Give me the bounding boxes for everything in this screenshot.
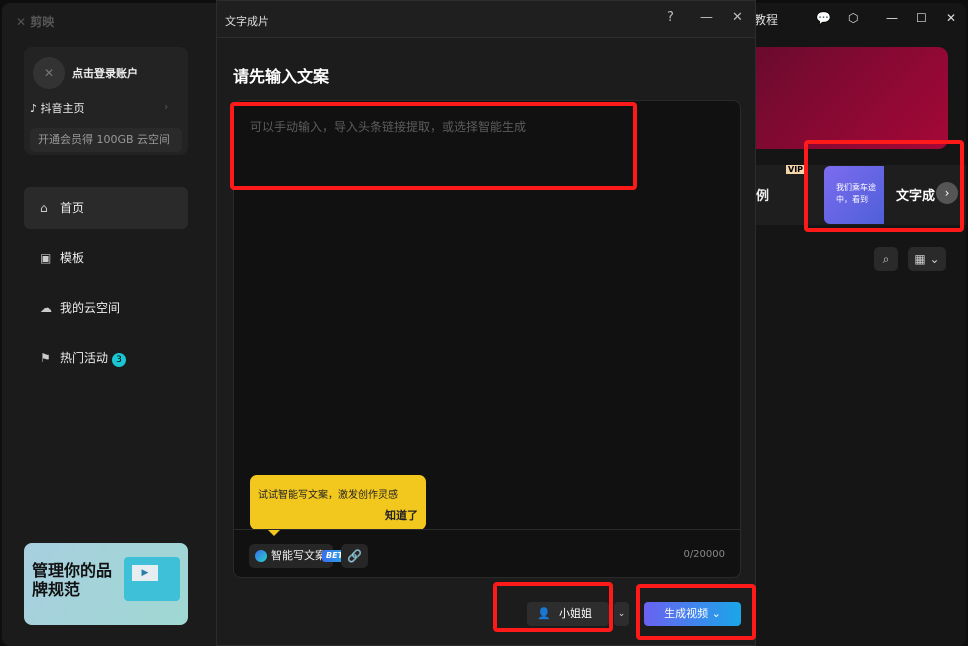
feedback-icon[interactable]: 💬 <box>816 11 831 25</box>
template-icon: ▣ <box>40 251 52 265</box>
ai-write-button[interactable]: 智能写文案 BETA <box>249 544 353 568</box>
tooltip-text: 试试智能写文案，激发创作灵感 <box>258 490 398 501</box>
tooltip: 试试智能写文案，激发创作灵感 知道了 <box>250 475 426 536</box>
sidebar-item-cloud[interactable]: ☁ 我的云空间 <box>24 287 188 329</box>
maximize-button[interactable]: ☐ <box>916 11 927 25</box>
generate-video-button[interactable]: 生成视频 ⌄ <box>644 602 741 626</box>
notification-badge: 3 <box>112 353 127 367</box>
dialog-header: 文字成片 ? — ✕ <box>217 1 755 38</box>
text-to-video-dialog: 文字成片 ? — ✕ 请先输入文案 试试智能写文案，激发创作灵感 知道了 智能写… <box>216 0 756 646</box>
minimize-button[interactable]: — <box>700 10 713 25</box>
app-logo: ✕ 剪映 <box>16 15 55 29</box>
feature-label[interactable]: 例 <box>756 185 769 204</box>
minimize-button[interactable]: — <box>886 11 898 25</box>
login-link[interactable]: 点击登录账户 <box>72 65 138 81</box>
page-title: 请先输入文案 <box>233 67 330 86</box>
close-button[interactable]: ✕ <box>946 11 956 25</box>
settings-icon[interactable]: ⬡ <box>848 11 858 25</box>
editor-footer: 智能写文案 BETA 🔗 0/20000 <box>234 529 740 579</box>
banner-title: 管理你的品牌规范 <box>32 561 113 599</box>
help-icon[interactable]: ? <box>667 10 674 25</box>
vip-upgrade-button[interactable]: 开通会员得 100GB 云空间 <box>30 128 182 152</box>
close-icon[interactable]: ✕ <box>732 10 743 25</box>
voice-icon: 👤 <box>537 607 551 620</box>
dialog-title: 文字成片 <box>225 15 269 28</box>
vip-tag: VIP <box>786 165 806 174</box>
tooltip-dismiss-button[interactable]: 知道了 <box>385 507 418 523</box>
ai-orb-icon <box>255 550 267 562</box>
sidebar-item-home[interactable]: ⌂ 首页 <box>24 187 188 229</box>
script-input[interactable] <box>234 101 740 521</box>
script-editor: 试试智能写文案，激发创作灵感 知道了 智能写文案BETA 🔗 0/20000 <box>233 100 741 578</box>
home-icon: ⌂ <box>40 201 48 215</box>
avatar[interactable]: ✕ <box>33 57 65 89</box>
char-count: 0/20000 <box>683 549 725 560</box>
sidebar: ✕ 剪映 ✕ 点击登录账户 ♪ 抖音主页 › 开通会员得 100GB 云空间 ⌂ 首… <box>2 3 216 646</box>
voice-dropdown-button[interactable]: ⌄ <box>614 602 629 626</box>
link-import-button[interactable]: 🔗 <box>341 544 368 568</box>
view-toggle-button[interactable]: ▦ ⌄ <box>908 247 946 271</box>
sidebar-item-templates[interactable]: ▣ 模板 <box>24 237 188 279</box>
next-arrow-button[interactable]: › <box>936 182 958 204</box>
hero-banner[interactable] <box>756 47 948 149</box>
douyin-homepage-link[interactable]: ♪ 抖音主页 › <box>30 100 168 116</box>
flag-icon: ⚑ <box>40 351 51 365</box>
link-icon: 🔗 <box>347 549 362 563</box>
account-card: ✕ 点击登录账户 ♪ 抖音主页 › 开通会员得 100GB 云空间 <box>24 47 188 155</box>
text-to-video-card[interactable]: 文字成 <box>896 185 935 204</box>
play-icon: ▶ <box>132 565 158 581</box>
search-button[interactable]: ⌕ <box>874 247 898 271</box>
text-to-video-thumbnail[interactable]: 我们乘车途中，看到 <box>824 166 884 224</box>
promo-banner[interactable]: 管理你的品牌规范 ▶ <box>24 543 188 625</box>
sidebar-item-events[interactable]: ⚑ 热门活动 3 <box>24 337 188 379</box>
tutorial-link[interactable]: 教程 <box>754 11 778 28</box>
chevron-right-icon: › <box>164 100 169 113</box>
cloud-icon: ☁ <box>40 301 52 315</box>
voice-select-button[interactable]: 👤 小姐姐 <box>527 602 609 626</box>
